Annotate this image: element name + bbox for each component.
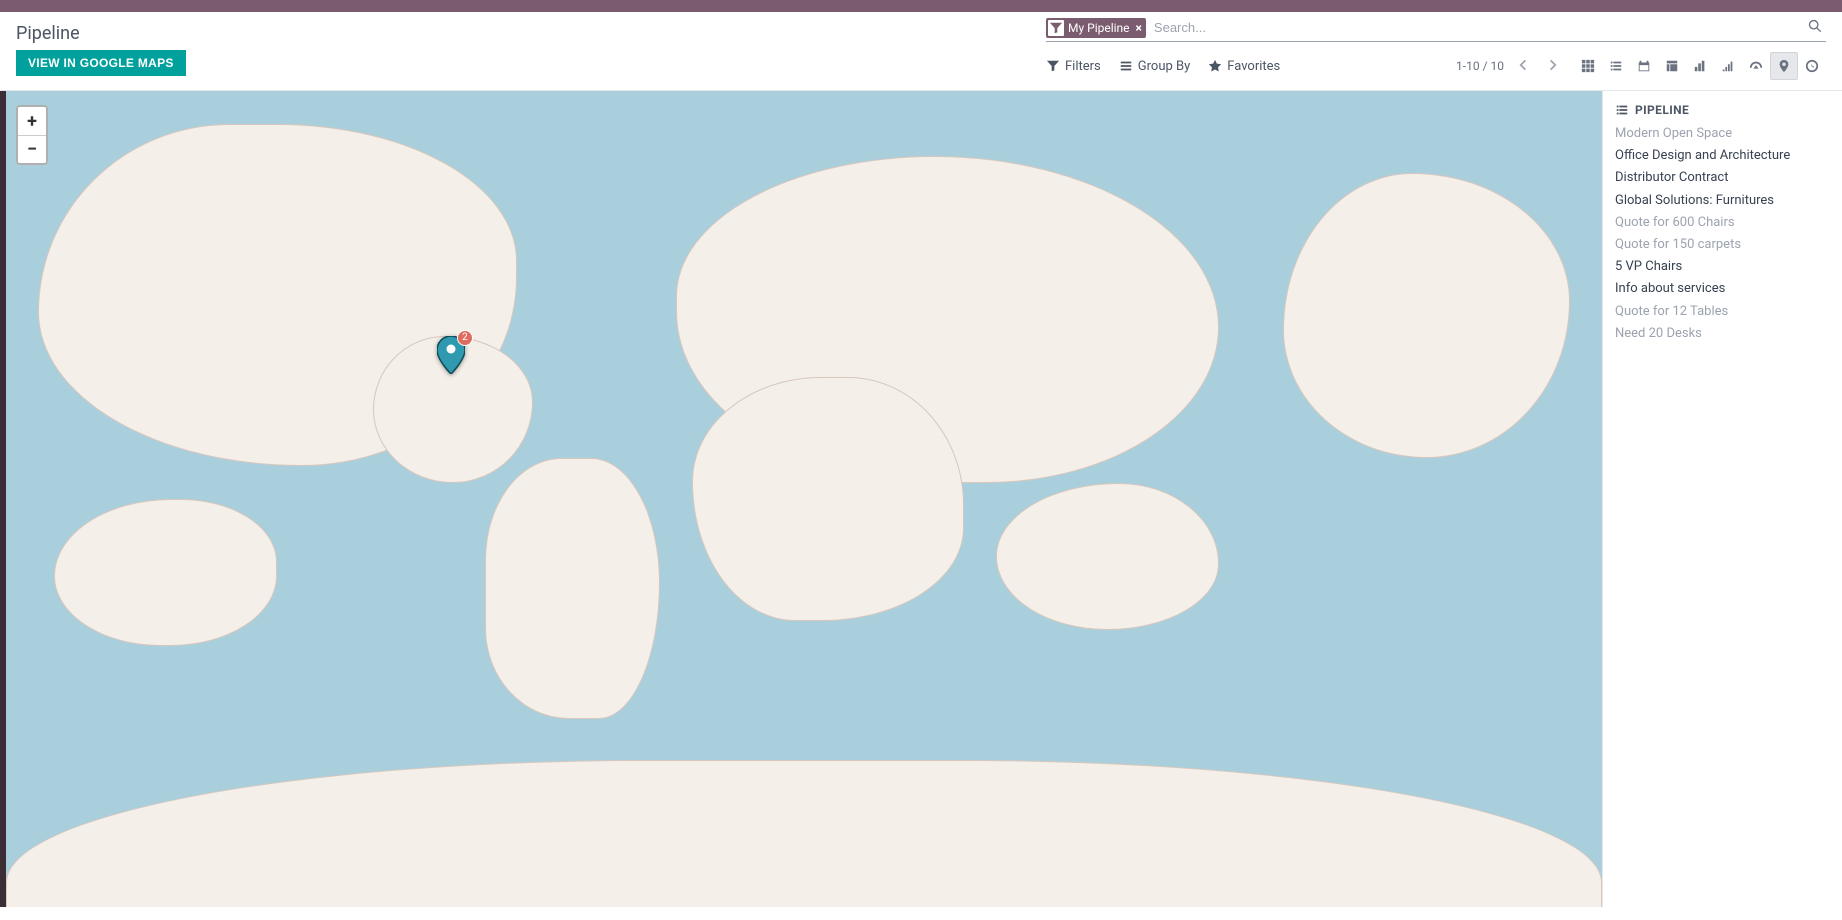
pipeline-list-item[interactable]: 5 VP Chairs xyxy=(1615,258,1830,276)
map-pin-icon xyxy=(1777,59,1791,73)
search-input[interactable] xyxy=(1150,16,1804,39)
pipeline-side-panel: PIPELINE Modern Open Space Office Design … xyxy=(1602,91,1842,907)
map-marker[interactable]: 2 xyxy=(437,336,465,378)
search-bar: My Pipeline × xyxy=(1046,16,1826,42)
filters-button[interactable]: Filters xyxy=(1046,59,1101,74)
view-switcher xyxy=(1574,52,1826,80)
bar-chart-icon xyxy=(1693,59,1707,73)
landmass xyxy=(485,458,661,719)
funnel-icon xyxy=(1048,20,1064,36)
pipeline-list-item[interactable]: Distributor Contract xyxy=(1615,169,1830,187)
panel-title-text: PIPELINE xyxy=(1635,103,1689,117)
pivot-icon xyxy=(1665,59,1679,73)
favorites-button[interactable]: Favorites xyxy=(1208,59,1280,74)
gauge-icon xyxy=(1749,59,1763,73)
main-content: + − 2 PIPELINE Modern Open Space Office D… xyxy=(0,91,1842,907)
search-filter-chip: My Pipeline × xyxy=(1046,18,1146,38)
kanban-view-button[interactable] xyxy=(1574,52,1602,80)
list-icon xyxy=(1615,103,1629,117)
star-icon xyxy=(1208,59,1222,73)
signal-icon xyxy=(1721,59,1735,73)
landmass xyxy=(1283,173,1570,459)
panel-title: PIPELINE xyxy=(1615,103,1830,117)
zoom-control: + − xyxy=(16,105,48,165)
chip-remove-icon[interactable]: × xyxy=(1136,21,1142,35)
search-icon[interactable] xyxy=(1804,19,1826,37)
landmass xyxy=(6,760,1602,907)
chip-label: My Pipeline xyxy=(1068,21,1130,35)
group-by-label: Group By xyxy=(1138,59,1191,74)
list-icon xyxy=(1609,59,1623,73)
calendar-view-button[interactable] xyxy=(1630,52,1658,80)
pipeline-list-item[interactable]: Quote for 12 Tables xyxy=(1615,303,1830,321)
zoom-out-button[interactable]: − xyxy=(18,135,46,163)
landmass xyxy=(692,377,963,622)
pager-prev-button[interactable] xyxy=(1512,56,1534,77)
kanban-icon xyxy=(1581,59,1595,73)
chevron-left-icon xyxy=(1516,58,1530,72)
activity-view-button[interactable] xyxy=(1798,52,1826,80)
dashboard-view-button[interactable] xyxy=(1742,52,1770,80)
favorites-label: Favorites xyxy=(1227,59,1280,74)
group-by-button[interactable]: Group By xyxy=(1119,59,1191,74)
funnel-icon xyxy=(1046,59,1060,73)
pipeline-list-item[interactable]: Modern Open Space xyxy=(1615,125,1830,143)
marker-badge: 2 xyxy=(457,330,473,346)
pipeline-list-item[interactable]: Info about services xyxy=(1615,280,1830,298)
chevron-right-icon xyxy=(1546,58,1560,72)
pager-next-button[interactable] xyxy=(1542,56,1564,77)
cohort-view-button[interactable] xyxy=(1714,52,1742,80)
list-view-button[interactable] xyxy=(1602,52,1630,80)
zoom-in-button[interactable]: + xyxy=(18,107,46,135)
toolbar-row: Filters Group By Favorites 1-10 / 10 xyxy=(1046,42,1826,90)
pipeline-list-item[interactable]: Global Solutions: Furnitures xyxy=(1615,192,1830,210)
pipeline-list-item[interactable]: Office Design and Architecture xyxy=(1615,147,1830,165)
list-icon xyxy=(1119,59,1133,73)
calendar-icon xyxy=(1637,59,1651,73)
pipeline-list-item[interactable]: Need 20 Desks xyxy=(1615,325,1830,343)
pipeline-list: Modern Open Space Office Design and Archi… xyxy=(1615,125,1830,343)
view-in-google-maps-button[interactable]: VIEW IN GOOGLE MAPS xyxy=(16,50,186,76)
landmass xyxy=(996,483,1219,630)
map-view-button[interactable] xyxy=(1770,52,1798,80)
world-map[interactable]: + − 2 xyxy=(6,91,1602,907)
landmass xyxy=(54,499,277,646)
page-title: Pipeline xyxy=(16,23,186,44)
filters-label: Filters xyxy=(1065,59,1101,74)
graph-view-button[interactable] xyxy=(1686,52,1714,80)
pager-text: 1-10 / 10 xyxy=(1456,59,1504,73)
app-topbar xyxy=(0,0,1842,12)
control-panel: Pipeline VIEW IN GOOGLE MAPS My Pipeline… xyxy=(0,12,1842,91)
clock-icon xyxy=(1805,59,1819,73)
pipeline-list-item[interactable]: Quote for 150 carpets xyxy=(1615,236,1830,254)
pivot-view-button[interactable] xyxy=(1658,52,1686,80)
pipeline-list-item[interactable]: Quote for 600 Chairs xyxy=(1615,214,1830,232)
